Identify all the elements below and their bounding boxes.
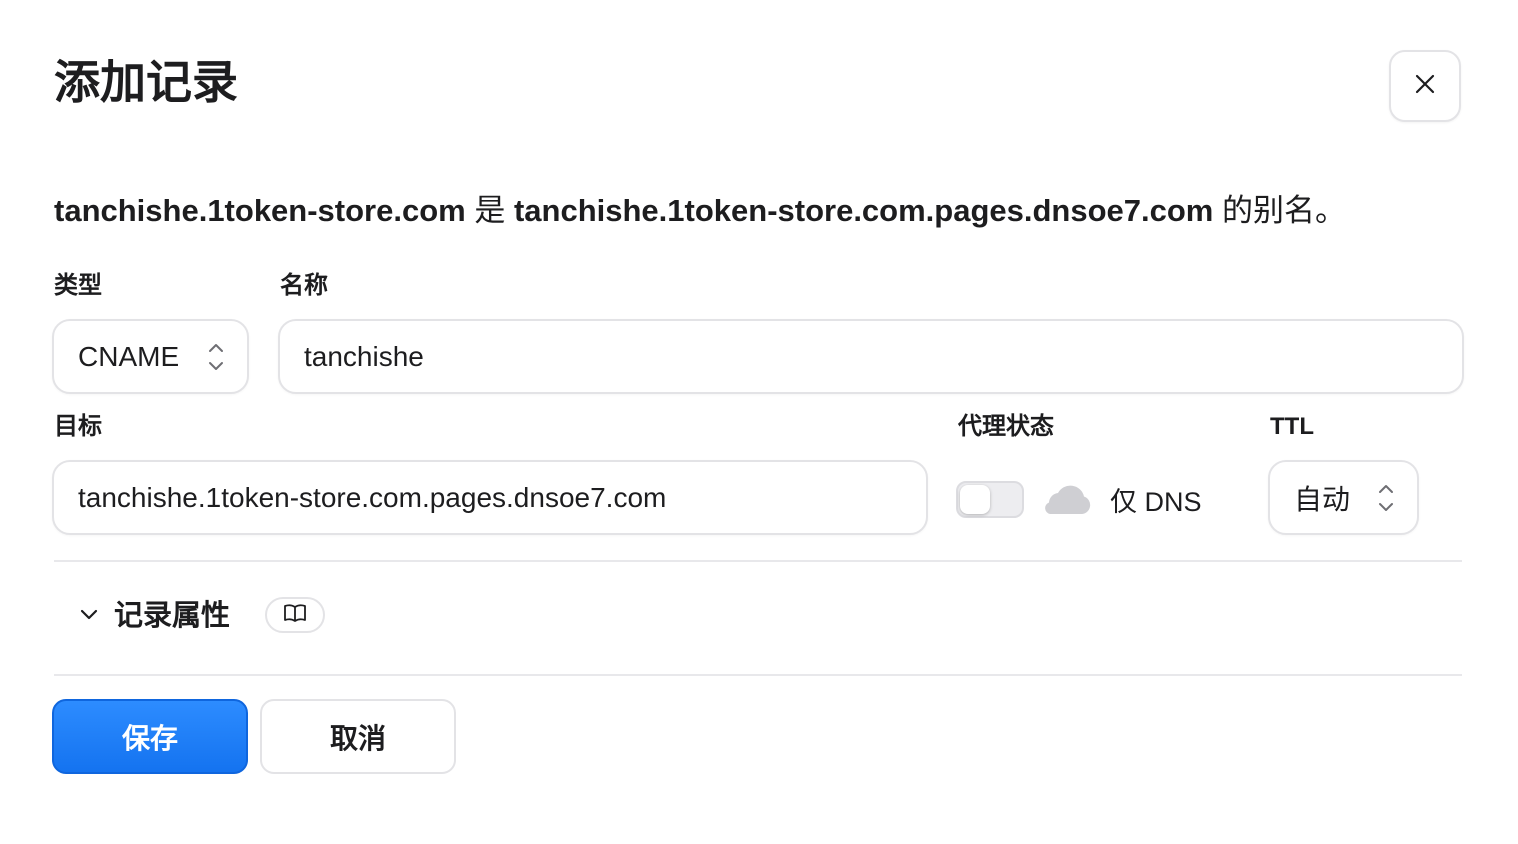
name-value: tanchishe [304,340,424,372]
record-attributes-label: 记录属性 [114,600,231,632]
description-target: tanchishe.1token-store.com.pages.dnsoe7.… [513,193,1214,228]
close-button[interactable] [1389,50,1461,122]
proxy-status-text: 仅 DNS [1110,487,1202,517]
type-select[interactable]: CNAME [52,319,249,394]
save-button[interactable]: 保存 [52,699,248,774]
description-is-text: 是 [465,193,514,228]
type-label: 类型 [54,272,102,299]
divider [54,674,1462,676]
book-icon [283,603,307,628]
ttl-label: TTL [1270,413,1314,440]
chevron-updown-icon [207,341,225,373]
proxy-toggle[interactable] [956,481,1024,518]
divider [54,560,1462,562]
add-record-dialog: 添加记录 tanchishe.1token-store.com 是 tanchi… [0,0,1518,844]
chevron-down-icon [78,603,100,630]
docs-button[interactable] [265,597,325,633]
dialog-title: 添加记录 [54,56,238,108]
chevron-updown-icon [1377,482,1395,514]
name-label: 名称 [280,272,328,299]
target-input[interactable]: tanchishe.1token-store.com.pages.dnsoe7.… [52,460,928,535]
description-suffix: 的别名。 [1213,193,1347,228]
toggle-knob [960,485,990,514]
description-name: tanchishe.1token-store.com [54,193,466,228]
cancel-button[interactable]: 取消 [260,699,456,774]
ttl-value: 自动 [1294,483,1351,515]
target-value: tanchishe.1token-store.com.pages.dnsoe7.… [78,481,667,513]
proxy-status-label: 代理状态 [958,413,1054,440]
close-icon [1414,73,1436,100]
ttl-select[interactable]: 自动 [1268,460,1419,535]
record-description: tanchishe.1token-store.com 是 tanchishe.1… [54,190,1346,232]
target-label: 目标 [54,413,102,440]
record-attributes-toggle[interactable]: 记录属性 [78,596,230,636]
type-value: CNAME [78,340,180,372]
cloud-icon [1038,483,1092,522]
name-input[interactable]: tanchishe [278,319,1464,394]
